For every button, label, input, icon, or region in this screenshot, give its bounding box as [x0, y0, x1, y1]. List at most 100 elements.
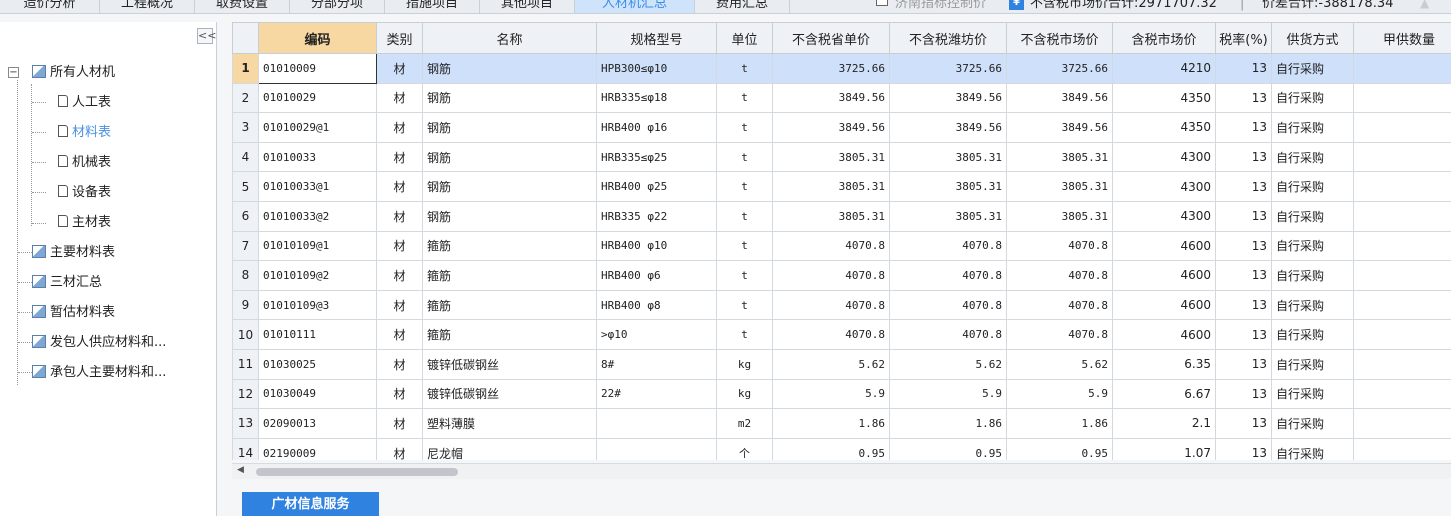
weifang-price-cell[interactable]: 3849.56: [889, 112, 1007, 143]
market-price-cell[interactable]: 5.62: [1006, 348, 1113, 380]
code-cell[interactable]: 02190009: [258, 437, 377, 460]
tax-market-price-cell[interactable]: 4600: [1112, 230, 1216, 262]
table-row[interactable]: 12 01030049 材镀锌低碳钢丝 22# kg 5.9 5.9 5.9 6.67 13 自行采…: [232, 378, 1451, 410]
table-row[interactable]: 10 01010111 材箍筋 >φ10 t 4070.8 4070.8 4070.8 4600…: [232, 319, 1451, 350]
weifang-price-cell[interactable]: 5.9: [889, 378, 1007, 410]
tab-project-overview[interactable]: 工程概况: [100, 0, 195, 13]
arrow-up-icon[interactable]: ▲: [1420, 0, 1429, 10]
horizontal-scrollbar[interactable]: ◀: [232, 463, 1451, 479]
type-cell[interactable]: 材: [376, 53, 423, 84]
spec-cell[interactable]: HRB400 φ16: [596, 112, 717, 143]
supply-method-cell[interactable]: 自行采购: [1271, 53, 1354, 84]
name-cell[interactable]: 箍筋: [422, 260, 597, 291]
name-cell[interactable]: 镀锌低碳钢丝: [422, 378, 597, 410]
tree-group-contractor-materials[interactable]: 承包人主要材料和...: [32, 362, 166, 384]
supply-method-cell[interactable]: 自行采购: [1271, 437, 1354, 460]
tab-labor-material-summary[interactable]: 人材机汇总: [575, 0, 695, 13]
tree-item-machinery[interactable]: 机械表: [58, 152, 111, 174]
client-quantity-cell[interactable]: [1353, 408, 1451, 439]
name-cell[interactable]: 箍筋: [422, 319, 597, 350]
name-cell[interactable]: 镀锌低碳钢丝: [422, 348, 597, 380]
provincial-price-cell[interactable]: 5.9: [772, 378, 890, 410]
code-cell[interactable]: 01010009: [258, 53, 377, 84]
supply-method-cell[interactable]: 自行采购: [1271, 378, 1354, 410]
code-cell[interactable]: 01030049: [258, 378, 377, 410]
provincial-price-cell[interactable]: 4070.8: [772, 230, 890, 262]
weifang-price-cell[interactable]: 3725.66: [889, 53, 1007, 84]
tax-rate-cell[interactable]: 13: [1215, 260, 1272, 291]
client-quantity-cell[interactable]: [1353, 319, 1451, 350]
spec-cell[interactable]: 22#: [596, 378, 717, 410]
spec-cell[interactable]: HPB300≤φ10: [596, 53, 717, 84]
provincial-price-cell[interactable]: 3805.31: [772, 141, 890, 173]
tab-other-items[interactable]: 其他项目: [480, 0, 575, 13]
unit-cell[interactable]: t: [716, 53, 773, 84]
type-cell[interactable]: 材: [376, 171, 423, 202]
code-cell[interactable]: 01010033@1: [258, 171, 377, 202]
type-cell[interactable]: 材: [376, 112, 423, 143]
provincial-price-cell[interactable]: 4070.8: [772, 319, 890, 350]
provincial-price-cell[interactable]: 3849.56: [772, 82, 890, 114]
header-code[interactable]: 编码: [258, 22, 377, 54]
tree-group-key-materials[interactable]: 主要材料表: [32, 242, 115, 264]
code-cell[interactable]: 01010029: [258, 82, 377, 114]
tax-rate-cell[interactable]: 13: [1215, 408, 1272, 439]
unit-cell[interactable]: t: [716, 112, 773, 143]
header-weifang-price[interactable]: 不含税潍坊价: [889, 22, 1007, 54]
provincial-price-cell[interactable]: 5.62: [772, 348, 890, 380]
supply-method-cell[interactable]: 自行采购: [1271, 82, 1354, 114]
client-quantity-cell[interactable]: [1353, 141, 1451, 173]
tax-rate-cell[interactable]: 13: [1215, 289, 1272, 321]
name-cell[interactable]: 箍筋: [422, 230, 597, 262]
supply-method-cell[interactable]: 自行采购: [1271, 230, 1354, 262]
name-cell[interactable]: 钢筋: [422, 171, 597, 202]
weifang-price-cell[interactable]: 3805.31: [889, 171, 1007, 202]
spec-cell[interactable]: >φ10: [596, 319, 717, 350]
header-spec[interactable]: 规格型号: [596, 22, 717, 54]
market-price-cell[interactable]: 3805.31: [1006, 141, 1113, 173]
code-cell[interactable]: 01010033: [258, 141, 377, 173]
spec-cell[interactable]: 8#: [596, 348, 717, 380]
market-price-cell[interactable]: 3805.31: [1006, 171, 1113, 202]
unit-cell[interactable]: t: [716, 260, 773, 291]
tree-item-materials[interactable]: 材料表: [58, 122, 111, 144]
type-cell[interactable]: 材: [376, 378, 423, 410]
type-cell[interactable]: 材: [376, 319, 423, 350]
table-row[interactable]: 8 01010109@2 材箍筋 HRB400 φ6 t 4070.8 4070.8 4070…: [232, 260, 1451, 291]
table-row[interactable]: 13 02090013 材塑料薄膜 m2 1.86 1.86 1.86 2.1 13 自行采购: [232, 408, 1451, 439]
weifang-price-cell[interactable]: 3805.31: [889, 200, 1007, 232]
provincial-price-cell[interactable]: 4070.8: [772, 260, 890, 291]
code-cell[interactable]: 01010109@3: [258, 289, 377, 321]
spec-cell[interactable]: HRB335≤φ25: [596, 141, 717, 173]
control-price-checkbox[interactable]: [876, 0, 888, 6]
client-quantity-cell[interactable]: [1353, 289, 1451, 321]
unit-cell[interactable]: kg: [716, 348, 773, 380]
tab-fee-settings[interactable]: 取费设置: [195, 0, 290, 13]
tree-root-all-materials[interactable]: 所有人材机: [32, 62, 115, 84]
type-cell[interactable]: 材: [376, 260, 423, 291]
tax-market-price-cell[interactable]: 4600: [1112, 319, 1216, 350]
market-price-cell[interactable]: 3805.31: [1006, 200, 1113, 232]
collapse-panel-button[interactable]: <<: [197, 28, 216, 44]
unit-cell[interactable]: t: [716, 141, 773, 173]
market-price-cell[interactable]: 5.9: [1006, 378, 1113, 410]
header-client-quantity[interactable]: 甲供数量: [1353, 22, 1451, 54]
name-cell[interactable]: 钢筋: [422, 82, 597, 114]
name-cell[interactable]: 钢筋: [422, 53, 597, 84]
table-row[interactable]: 2 01010029 材钢筋 HRB335≤φ18 t 3849.56 3849.56 384…: [232, 82, 1451, 114]
tax-market-price-cell[interactable]: 2.1: [1112, 408, 1216, 439]
spec-cell[interactable]: [596, 437, 717, 460]
name-cell[interactable]: 钢筋: [422, 200, 597, 232]
supply-method-cell[interactable]: 自行采购: [1271, 289, 1354, 321]
type-cell[interactable]: 材: [376, 437, 423, 460]
scroll-left-icon[interactable]: ◀: [237, 465, 244, 475]
tab-fee-summary[interactable]: 费用汇总: [695, 0, 790, 13]
tab-measures[interactable]: 措施项目: [385, 0, 480, 13]
weifang-price-cell[interactable]: 4070.8: [889, 319, 1007, 350]
code-cell[interactable]: 01010111: [258, 319, 377, 350]
tax-market-price-cell[interactable]: 4300: [1112, 171, 1216, 202]
code-cell[interactable]: 01010109@1: [258, 230, 377, 262]
material-info-service-button[interactable]: 广材信息服务: [242, 492, 379, 516]
spec-cell[interactable]: HRB400 φ8: [596, 289, 717, 321]
market-price-cell[interactable]: 4070.8: [1006, 260, 1113, 291]
